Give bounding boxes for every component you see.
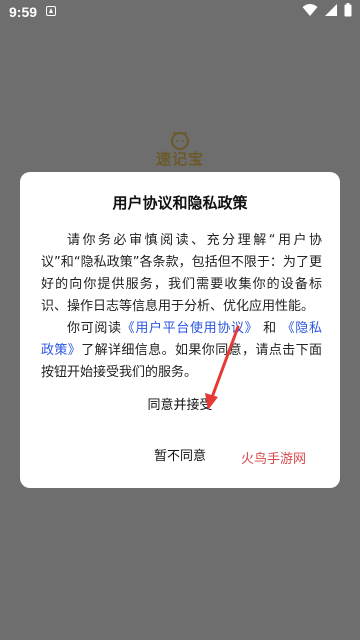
dialog-body: 请你务必审慎阅读、充分理解“用户协议”和“隐私政策”各条款，包括但不限于：为了更… [41, 230, 322, 384]
paragraph-2-and: 和 [263, 321, 277, 336]
dialog-paragraph-1: 请你务必审慎阅读、充分理解“用户协议”和“隐私政策”各条款，包括但不限于：为了更… [41, 233, 322, 314]
platform-agreement-link[interactable]: 《用户平台使用协议》 [122, 321, 259, 336]
signal-icon [325, 4, 337, 16]
paragraph-2-suffix: 了解详细信息。如果你同意，请点击下面按钮开始接受我们的服务。 [41, 343, 322, 380]
dialog-title: 用户协议和隐私政策 [112, 194, 248, 212]
status-icons [302, 3, 352, 17]
app-logo: 速记宝 [148, 130, 212, 178]
status-bar: 9:59 [0, 0, 360, 26]
agreement-dialog: 用户协议和隐私政策 请你务必审慎阅读、充分理解“用户协议”和“隐私政策”各条款，… [20, 172, 340, 488]
agree-button[interactable]: 同意并接受 [120, 394, 240, 418]
watermark-text: 火鸟手游网 [241, 452, 307, 467]
dialog-paragraph-2: 你可阅读《用户平台使用协议》 和 《隐私政策》了解详细信息。如果你同意，请点击下… [41, 318, 322, 384]
paragraph-2-prefix: 你可阅读 [67, 321, 122, 336]
notification-a-icon [46, 6, 56, 16]
disagree-button[interactable]: 暂不同意 [120, 445, 240, 469]
status-time: 9:59 [9, 4, 38, 20]
cat-face-icon [171, 131, 189, 150]
wifi-icon [302, 4, 318, 16]
battery-icon [344, 3, 352, 17]
app-logo-text: 速记宝 [155, 150, 204, 168]
